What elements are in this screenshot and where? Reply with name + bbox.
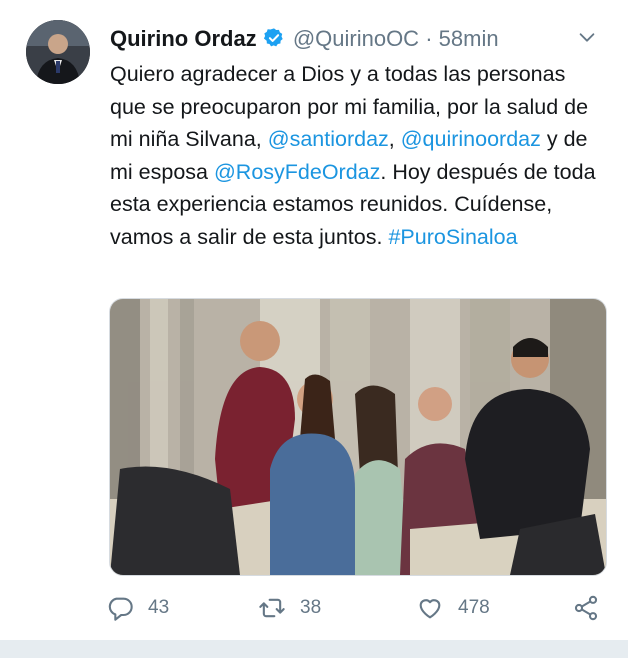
tweet-actions: 43 38 478	[106, 592, 606, 624]
author-name[interactable]: Quirino Ordaz	[110, 26, 257, 51]
hashtag-link[interactable]: #PuroSinaloa	[388, 225, 517, 249]
avatar[interactable]	[26, 20, 90, 84]
chevron-down-icon[interactable]	[576, 24, 598, 46]
retweet-count: 38	[300, 597, 322, 618]
tweet-text: Quiero agradecer a Dios y a todas las pe…	[110, 58, 605, 253]
tweet-photo[interactable]	[109, 298, 607, 576]
retweet-icon	[259, 598, 285, 618]
text-part: ,	[388, 127, 401, 151]
reply-count: 43	[148, 597, 170, 618]
share-button[interactable]	[572, 592, 614, 624]
mention-link[interactable]: @quirinoordaz	[401, 127, 541, 151]
tweet-time[interactable]: 58min	[439, 26, 499, 51]
retweet-button[interactable]: 38	[258, 592, 321, 624]
verified-badge-icon	[263, 25, 285, 47]
mention-link[interactable]: @santiordaz	[268, 127, 389, 151]
like-button[interactable]: 478	[416, 592, 490, 624]
feed-divider	[0, 640, 628, 658]
mention-link[interactable]: @RosyFdeOrdaz	[214, 160, 380, 184]
reply-button[interactable]: 43	[106, 592, 169, 624]
family-photo	[110, 299, 606, 575]
separator-dot: ·	[425, 26, 433, 51]
like-icon	[419, 599, 441, 619]
tweet-header: Quirino Ordaz @QuirinoOC · 58min	[110, 22, 608, 56]
avatar-photo	[26, 20, 90, 84]
share-icon	[574, 595, 598, 621]
reply-icon	[108, 597, 133, 621]
like-count: 478	[458, 597, 490, 618]
tweet-card[interactable]: Quirino Ordaz @QuirinoOC · 58min Quiero …	[0, 0, 628, 640]
author-handle[interactable]: @QuirinoOC	[293, 26, 419, 51]
